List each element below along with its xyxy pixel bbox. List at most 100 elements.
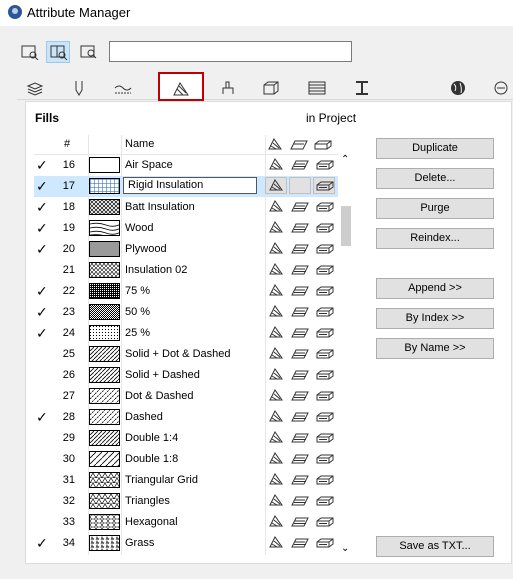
scroll-up-icon[interactable]: ⌃ — [341, 154, 349, 165]
fill-row[interactable]: ✓ 20 Plywood — [34, 239, 338, 260]
draft-fill-icon[interactable] — [269, 347, 285, 362]
tab-mep[interactable] — [483, 77, 513, 98]
fills-list[interactable]: # Name ✓ 16 Air Space ✓ 17 Rigid Insulation ✓ 1… — [34, 135, 338, 555]
cover-fill-icon[interactable] — [291, 431, 309, 446]
purge-button[interactable]: Purge — [376, 198, 494, 219]
cut-fill-icon[interactable] — [316, 431, 334, 446]
draft-fill-icon[interactable] — [269, 452, 285, 467]
duplicate-button[interactable]: Duplicate — [376, 138, 494, 159]
cover-fill-icon[interactable] — [291, 473, 309, 488]
fill-row[interactable]: ✓ 22 75 % — [34, 281, 338, 302]
fill-row[interactable]: ✓ 28 Dashed — [34, 407, 338, 428]
cut-fill-icon[interactable] — [316, 452, 334, 467]
cut-fill-icon[interactable] — [316, 389, 334, 404]
cover-fill-icon[interactable] — [291, 284, 309, 299]
search-input[interactable] — [109, 41, 352, 62]
tab-profiles[interactable] — [344, 77, 380, 98]
tab-pens[interactable] — [61, 77, 97, 98]
reindex-button[interactable]: Reindex... — [376, 228, 494, 249]
draft-fill-icon[interactable] — [269, 200, 285, 215]
tab-building-materials[interactable] — [253, 77, 289, 98]
fill-row[interactable]: ✓ 23 50 % — [34, 302, 338, 323]
draft-fill-icon[interactable] — [269, 263, 285, 278]
cover-fill-icon[interactable] — [291, 263, 309, 278]
cover-fill-icon[interactable] — [291, 410, 309, 425]
delete-button[interactable]: Delete... — [376, 168, 494, 189]
draft-fill-icon[interactable] — [269, 389, 285, 404]
cover-fill-icon[interactable] — [291, 389, 309, 404]
view-list-button[interactable] — [17, 41, 41, 63]
cover-fill-icon[interactable] — [291, 200, 309, 215]
view-split-button[interactable] — [46, 41, 70, 63]
cut-fill-icon[interactable] — [316, 326, 334, 341]
draft-fill-icon[interactable] — [269, 158, 285, 173]
fill-row[interactable]: 29 Double 1:4 — [34, 428, 338, 449]
fill-row[interactable]: 21 Insulation 02 — [34, 260, 338, 281]
cover-fill-icon[interactable] — [291, 242, 309, 257]
tab-surfaces[interactable] — [210, 77, 246, 98]
draft-fill-icon[interactable] — [269, 326, 285, 341]
cut-fill-icon[interactable] — [316, 368, 334, 383]
draft-fill-icon[interactable] — [269, 431, 285, 446]
cut-fill-icon[interactable] — [316, 515, 334, 530]
cover-fill-icon[interactable] — [291, 536, 309, 551]
cut-fill-icon[interactable] — [316, 305, 334, 320]
fill-row[interactable]: ✓ 17 Rigid Insulation — [34, 176, 338, 197]
cover-fill-icon[interactable] — [291, 452, 309, 467]
save-as-txt-button[interactable]: Save as TXT... — [376, 536, 494, 557]
tab-zone-categories[interactable] — [440, 77, 476, 98]
fill-row[interactable]: 26 Solid + Dashed — [34, 365, 338, 386]
tab-fills[interactable] — [158, 72, 204, 101]
draft-fill-icon[interactable] — [269, 242, 285, 257]
cover-fill-icon[interactable] — [291, 347, 309, 362]
fill-row[interactable]: ✓ 24 25 % — [34, 323, 338, 344]
cover-fill-icon[interactable] — [291, 494, 309, 509]
by-name-button[interactable]: By Name >> — [376, 338, 494, 359]
tab-layers[interactable] — [17, 77, 53, 98]
cut-fill-icon[interactable] — [316, 158, 334, 173]
name-column-header[interactable]: Name — [125, 138, 154, 150]
fill-row[interactable]: 30 Double 1:8 — [34, 449, 338, 470]
scroll-down-icon[interactable]: ⌄ — [341, 543, 349, 554]
tab-composites[interactable] — [299, 77, 335, 98]
fill-row[interactable]: 32 Triangles — [34, 491, 338, 512]
draft-fill-icon[interactable] — [269, 368, 285, 383]
draft-fill-icon[interactable] — [269, 536, 285, 551]
draft-fill-icon[interactable] — [269, 305, 285, 320]
draft-fill-icon[interactable] — [269, 473, 285, 488]
fill-row[interactable]: ✓ 16 Air Space — [34, 155, 338, 176]
scroll-thumb[interactable] — [341, 206, 351, 246]
tab-line-types[interactable] — [105, 77, 141, 98]
cover-fill-icon[interactable] — [291, 221, 309, 236]
cover-fill-icon[interactable] — [291, 515, 309, 530]
cut-fill-icon[interactable] — [316, 179, 334, 194]
cut-fill-icon[interactable] — [316, 473, 334, 488]
list-scrollbar[interactable]: ⌃ ⌄ — [338, 154, 354, 554]
cover-fill-icon[interactable] — [291, 326, 309, 341]
draft-fill-icon[interactable] — [269, 410, 285, 425]
fill-row[interactable]: 31 Triangular Grid — [34, 470, 338, 491]
cover-fill-icon[interactable] — [291, 305, 309, 320]
fill-row[interactable]: ✓ 19 Wood — [34, 218, 338, 239]
cut-fill-icon[interactable] — [316, 200, 334, 215]
draft-fill-icon[interactable] — [269, 494, 285, 509]
by-index-button[interactable]: By Index >> — [376, 308, 494, 329]
fill-row[interactable]: ✓ 18 Batt Insulation — [34, 197, 338, 218]
index-column-header[interactable]: # — [64, 138, 70, 150]
draft-fill-icon[interactable] — [269, 179, 285, 194]
draft-fill-icon[interactable] — [269, 284, 285, 299]
draft-fill-icon[interactable] — [269, 221, 285, 236]
cut-fill-icon[interactable] — [316, 221, 334, 236]
fill-name[interactable]: Rigid Insulation — [123, 177, 257, 194]
cut-fill-icon[interactable] — [316, 242, 334, 257]
cover-fill-icon[interactable] — [291, 368, 309, 383]
cut-fill-icon[interactable] — [316, 410, 334, 425]
cut-fill-icon[interactable] — [316, 494, 334, 509]
cover-fill-icon[interactable] — [291, 158, 309, 173]
append-button[interactable]: Append >> — [376, 278, 494, 299]
cut-fill-icon[interactable] — [316, 263, 334, 278]
fill-row[interactable]: 33 Hexagonal — [34, 512, 338, 533]
cut-fill-icon[interactable] — [316, 536, 334, 551]
fill-row[interactable]: ✓ 34 Grass — [34, 533, 338, 554]
fill-row[interactable]: 25 Solid + Dot & Dashed — [34, 344, 338, 365]
